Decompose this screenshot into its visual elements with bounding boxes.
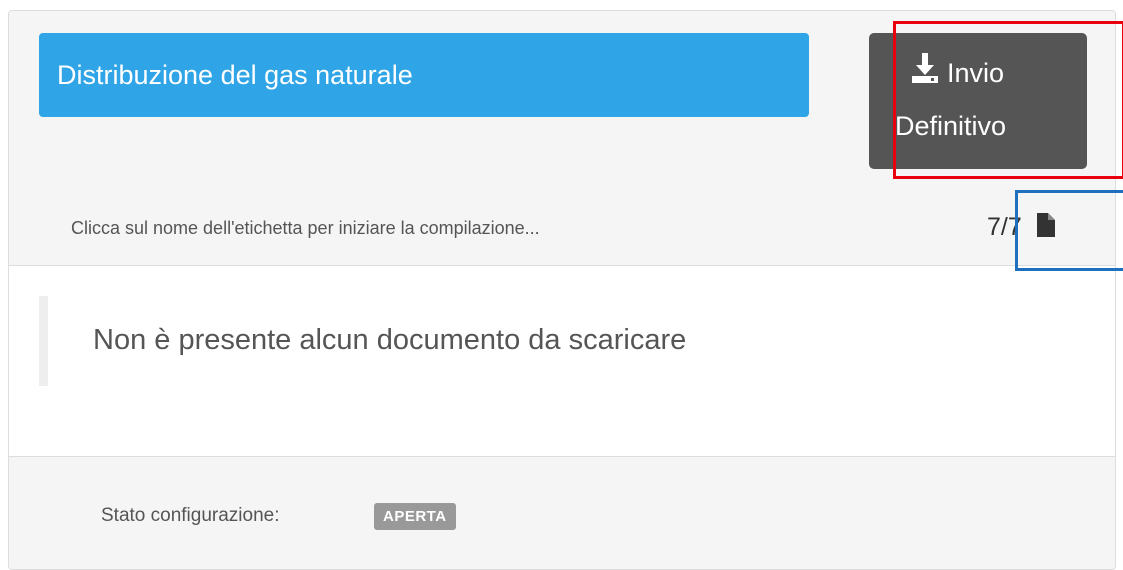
status-label: Stato configurazione: <box>101 505 280 526</box>
info-blockquote: Non è presente alcun documento da scaric… <box>39 296 686 386</box>
instruction-text: Clicca sul nome dell'etichetta per inizi… <box>71 218 540 238</box>
panel-body: Non è presente alcun documento da scaric… <box>9 266 1115 457</box>
panel-footer: Stato configurazione: APERTA <box>9 457 1115 569</box>
no-documents-message: Non è presente alcun documento da scaric… <box>93 324 687 356</box>
annotation-highlight-red <box>893 21 1123 179</box>
annotation-highlight-blue <box>1015 190 1123 271</box>
section-title[interactable]: Distribuzione del gas naturale <box>39 33 809 117</box>
status-badge: APERTA <box>374 503 456 530</box>
